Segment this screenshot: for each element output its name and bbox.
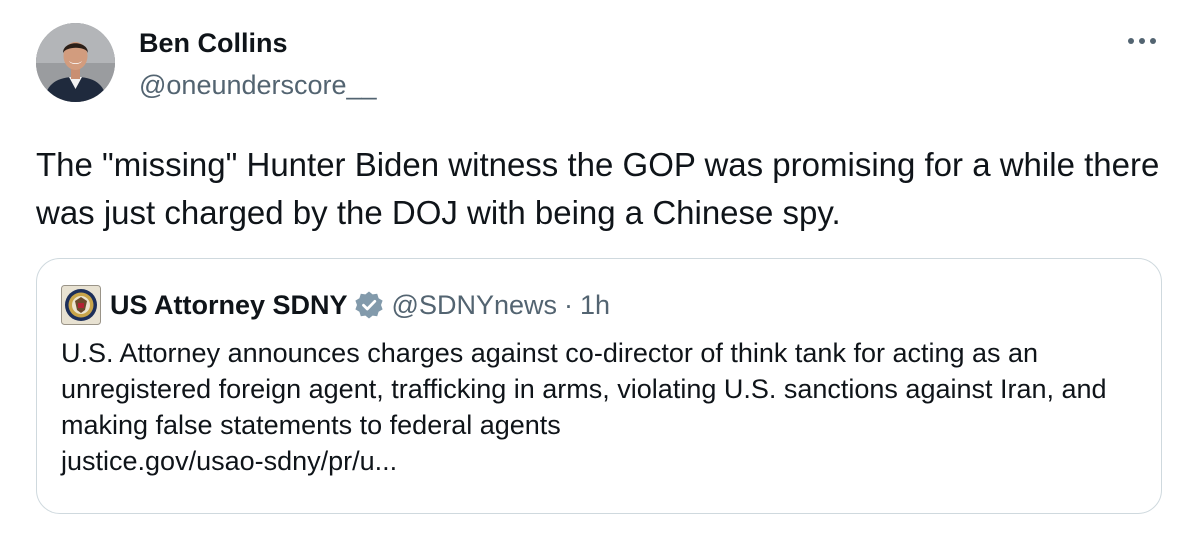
quoted-tweet-link[interactable]: justice.gov/usao-sdny/pr/u... — [61, 443, 1141, 479]
quoted-separator: · — [564, 289, 573, 320]
doj-seal-icon[interactable] — [61, 285, 101, 325]
quoted-tweet-text: U.S. Attorney announces charges against … — [61, 338, 1107, 440]
quoted-tweet-header: US Attorney SDNY @SDNYnews · 1h — [61, 285, 610, 325]
quoted-author-handle[interactable]: @SDNYnews — [392, 290, 557, 321]
profile-photo-icon — [36, 23, 115, 102]
quoted-tweet[interactable]: US Attorney SDNY @SDNYnews · 1h U.S. Att… — [36, 258, 1162, 514]
author-handle[interactable]: @oneunderscore__ — [139, 68, 377, 102]
quoted-timestamp[interactable]: 1h — [580, 290, 610, 321]
verified-badge-icon — [354, 291, 383, 319]
more-options-button[interactable] — [1120, 26, 1164, 56]
tweet-text: The "missing" Hunter Biden witness the G… — [36, 146, 1160, 231]
tweet-card: Ben Collins @oneunderscore__ The "missin… — [0, 0, 1200, 538]
quoted-author-name[interactable]: US Attorney SDNY — [110, 290, 348, 321]
more-horizontal-icon — [1128, 38, 1156, 44]
quoted-tweet-body: U.S. Attorney announces charges against … — [61, 335, 1141, 479]
author-name[interactable]: Ben Collins — [139, 26, 288, 60]
author-avatar[interactable] — [36, 23, 115, 102]
